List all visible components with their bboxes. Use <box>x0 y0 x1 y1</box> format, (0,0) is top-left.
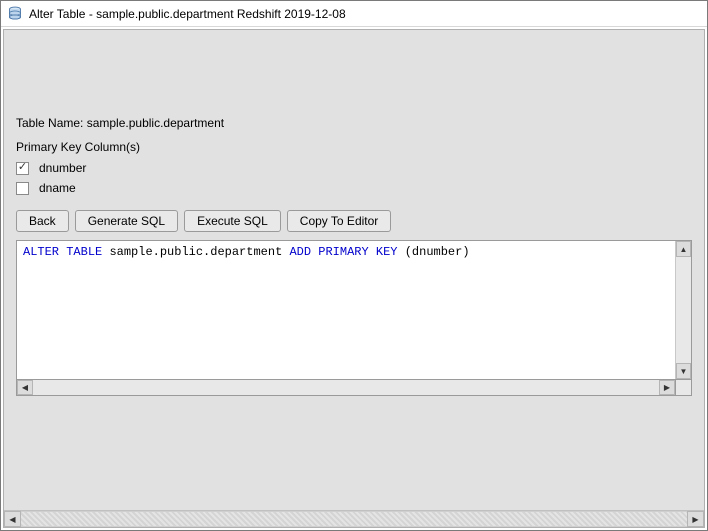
table-name-prefix: Table Name: <box>16 116 87 130</box>
pk-column-label: dnumber <box>39 161 86 175</box>
table-name-value: sample.public.department <box>87 116 224 130</box>
primary-key-section-label: Primary Key Column(s) <box>16 140 692 154</box>
content-panel: Table Name: sample.public.department Pri… <box>4 30 704 510</box>
window-frame: Alter Table - sample.public.department R… <box>0 0 708 531</box>
scroll-right-arrow-icon[interactable]: ▶ <box>687 511 704 527</box>
sql-keyword: KEY <box>376 245 398 259</box>
database-icon <box>7 6 23 22</box>
sql-keyword: ALTER <box>23 245 59 259</box>
sql-object: sample.public.department <box>109 245 282 259</box>
sql-keyword: TABLE <box>66 245 102 259</box>
scroll-track[interactable] <box>676 257 691 363</box>
scroll-track[interactable] <box>21 511 687 527</box>
pk-row-dnumber[interactable]: dnumber <box>16 158 692 178</box>
sql-keyword: ADD <box>289 245 311 259</box>
sql-text-area-wrap: ALTER TABLE sample.public.department ADD… <box>16 240 692 380</box>
client-area: Table Name: sample.public.department Pri… <box>3 29 705 528</box>
scroll-right-arrow-icon[interactable]: ▶ <box>659 380 675 395</box>
sql-text-area[interactable]: ALTER TABLE sample.public.department ADD… <box>17 241 675 379</box>
scroll-left-arrow-icon[interactable]: ◀ <box>17 380 33 395</box>
scroll-down-arrow-icon[interactable]: ▼ <box>676 363 691 379</box>
scroll-track[interactable] <box>33 380 659 395</box>
panel-horizontal-scrollbar[interactable]: ◀ ▶ <box>4 510 704 527</box>
checkbox-dnumber[interactable] <box>16 162 29 175</box>
button-row: Back Generate SQL Execute SQL Copy To Ed… <box>16 210 692 232</box>
checkbox-dname[interactable] <box>16 182 29 195</box>
sql-args: (dnumber) <box>405 245 470 259</box>
execute-sql-button[interactable]: Execute SQL <box>184 210 281 232</box>
copy-to-editor-button[interactable]: Copy To Editor <box>287 210 392 232</box>
sql-keyword: PRIMARY <box>318 245 368 259</box>
scroll-left-arrow-icon[interactable]: ◀ <box>4 511 21 527</box>
sql-vertical-scrollbar[interactable]: ▲ ▼ <box>675 241 691 379</box>
pk-column-label: dname <box>39 181 76 195</box>
scroll-corner <box>676 380 692 396</box>
sql-horizontal-scrollbar[interactable]: ◀ ▶ <box>16 380 676 396</box>
titlebar[interactable]: Alter Table - sample.public.department R… <box>1 1 707 27</box>
back-button[interactable]: Back <box>16 210 69 232</box>
primary-key-column-list: dnumber dname <box>16 158 692 198</box>
generate-sql-button[interactable]: Generate SQL <box>75 210 178 232</box>
scroll-up-arrow-icon[interactable]: ▲ <box>676 241 691 257</box>
table-name-label: Table Name: sample.public.department <box>16 116 692 130</box>
window-title: Alter Table - sample.public.department R… <box>29 7 346 21</box>
pk-row-dname[interactable]: dname <box>16 178 692 198</box>
